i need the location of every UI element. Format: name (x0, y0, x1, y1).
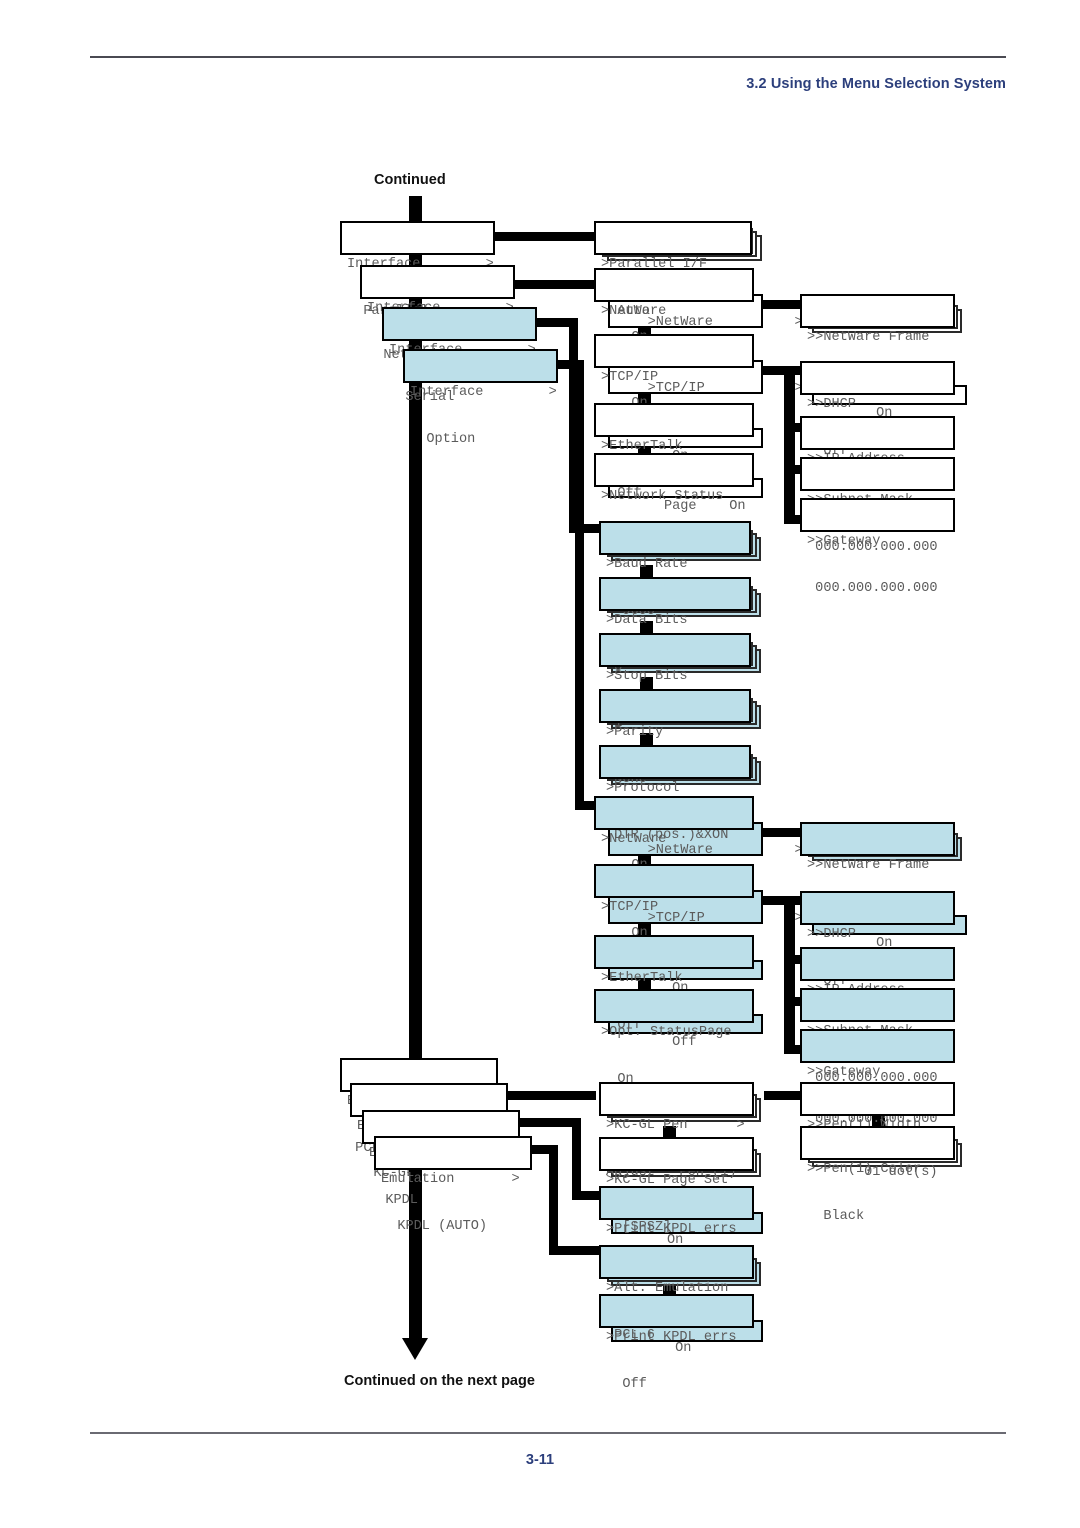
lcd-emu-kpdl-auto[interactable]: Emulation > KPDL (AUTO) (374, 1136, 532, 1234)
lcd-line1: >Print KPDL errs (606, 1222, 737, 1237)
lcd-net2-ethertalk[interactable]: >EtherTalk Off (594, 935, 754, 1033)
lcd-print-kpdl-1[interactable]: >Print KPDL errs Off (599, 1186, 754, 1284)
lcd-net1-dhcp[interactable]: >>DHCP Off (800, 361, 955, 459)
lcd-net1-ip[interactable]: >>IP Address 000.000.000.000 (800, 416, 955, 514)
lcd-net1-tcpip[interactable]: >TCP/IP Off (594, 334, 754, 432)
lcd-net1-gateway[interactable]: >>Gateway 000.000.000.000 (800, 498, 955, 596)
lcd-net2-tcpip[interactable]: >TCP/IP Off (594, 864, 754, 962)
connector-kpdl-h (520, 1118, 580, 1127)
connector-pen (764, 1091, 804, 1100)
lcd-net1-netware[interactable]: >NetWare Off (594, 268, 754, 366)
lcd-ser-parity[interactable]: >Parity None (599, 689, 751, 787)
connector-kcgl (508, 1091, 596, 1100)
lcd-ser-protocol[interactable]: >Protocol DTR (pos.)&XON (599, 745, 751, 843)
lcd-iface-network[interactable]: Interface > Network (360, 265, 515, 363)
lcd-net2-netware-frame[interactable]: >>NetWare Frame Auto (800, 822, 955, 920)
connector-net2-frame (763, 828, 803, 837)
lcd-ser-stopbits[interactable]: >Stop Bits 1 (599, 633, 751, 731)
lcd-iface-option[interactable]: Interface > Option (403, 349, 558, 447)
lcd-pen1-width[interactable]: >>Pen(1) Width 01 dot(s) (800, 1082, 955, 1180)
lcd-line2: 000.000.000.000 (807, 580, 938, 596)
lcd-line1: >TCP/IP (601, 900, 659, 915)
lcd-line1: >Protocol (606, 781, 680, 796)
lcd-line1: >NetWare (601, 832, 667, 847)
connector-network (515, 280, 595, 289)
lcd-kcgl-pen[interactable]: >KC-GL Pen > Adjust Pen (1) (599, 1082, 754, 1180)
connector-kpdl-v (572, 1118, 581, 1200)
lcd-net2-subnet[interactable]: >>Subnet Mask 000.000.000.000 (800, 988, 955, 1086)
lcd-line1: >>DHCP (807, 397, 856, 412)
lcd-iface-serial[interactable]: Interface > Serial (382, 307, 537, 405)
lcd-net2-gateway[interactable]: >>Gateway 000.000.000.000 (800, 1029, 955, 1127)
lcd-line1: >EtherTalk (601, 971, 683, 986)
lcd-line1: >>DHCP (807, 927, 856, 942)
lcd-iface-parallel[interactable]: Interface > Parallel (340, 221, 495, 319)
spine-segment-long (409, 382, 422, 1060)
lcd-line1: >Baud Rate (606, 557, 688, 572)
lcd-line1: >>Gateway (807, 1065, 881, 1080)
lcd-line1: >NetWare (601, 304, 667, 319)
lcd-line2: KPDL (AUTO) (381, 1218, 488, 1234)
lcd-print-kpdl-2[interactable]: >Print KPDL errs Off (599, 1294, 754, 1392)
lcd-line1: >>NetWare Frame (807, 330, 930, 345)
lcd-line1: >Stop Bits (606, 669, 688, 684)
connector-kpdlauto-v (549, 1145, 558, 1255)
lcd-net2-ip[interactable]: >>IP Address 000.000.000.000 (800, 947, 955, 1045)
lcd-net1-subnet[interactable]: >>Subnet Mask 000.000.000.000 (800, 457, 955, 555)
menu-tree-diagram: Interface > Parallel Interface > Network… (0, 0, 1080, 1528)
lcd-line1: >>Pen(1) Color (807, 1162, 922, 1177)
lcd-kcgl-pageset[interactable]: >KC-GL Page Set [SPSZ] (599, 1137, 754, 1235)
lcd-net2-netware[interactable]: >NetWare Off (594, 796, 754, 894)
lcd-line1: >Opt. StatusPage (601, 1025, 732, 1040)
lcd-alt-emulation[interactable]: >Alt. Emulation PCL 6 (599, 1245, 754, 1343)
lcd-net1-ethertalk[interactable]: >EtherTalk Off (594, 403, 754, 501)
lcd-line1: Interface > (410, 385, 557, 400)
spine-segment-top (409, 196, 422, 222)
lcd-line1: >Network Status (601, 489, 724, 504)
connector-kpdl-h2 (572, 1191, 600, 1200)
connector-net1-frame (763, 300, 803, 309)
lcd-net2-dhcp[interactable]: >>DHCP Off (800, 891, 955, 989)
lcd-line1: >>Gateway (807, 534, 881, 549)
lcd-line1: >Data Bits (606, 613, 688, 628)
lcd-line1: >>NetWare Frame (807, 858, 930, 873)
lcd-net1-netware-frame[interactable]: >>NetWare Frame Auto (800, 294, 955, 392)
connector-serial-h2 (569, 524, 601, 533)
lcd-line1: >Parity (606, 725, 664, 740)
lcd-line2: Option (410, 431, 476, 447)
lcd-line1: >Print KPDL errs (606, 1330, 737, 1345)
lcd-line1: >TCP/IP (601, 370, 659, 385)
lcd-parallel-if[interactable]: >Parallel I/F Auto (594, 221, 752, 319)
connector-kpdlauto-h2 (549, 1246, 600, 1255)
lcd-ser-baud[interactable]: >Baud Rate 9600 (599, 521, 751, 619)
lcd-net1-netstatus[interactable]: >Network Status Page Off (594, 453, 754, 551)
lcd-line2: Off (606, 1376, 647, 1392)
lcd-line1: >KC-GL Pen > (606, 1118, 745, 1133)
lcd-pen1-color[interactable]: >>Pen(1) Color Black (800, 1126, 955, 1224)
connector-parallel (495, 232, 595, 241)
down-arrow-icon (402, 1338, 428, 1360)
lcd-ser-databits[interactable]: >Data Bits 8 (599, 577, 751, 675)
lcd-net2-optstatus[interactable]: >Opt. StatusPage On (594, 989, 754, 1087)
lcd-line1: Emulation > (381, 1172, 520, 1187)
connector-option-v (575, 360, 584, 810)
lcd-line2: Black (807, 1208, 865, 1224)
